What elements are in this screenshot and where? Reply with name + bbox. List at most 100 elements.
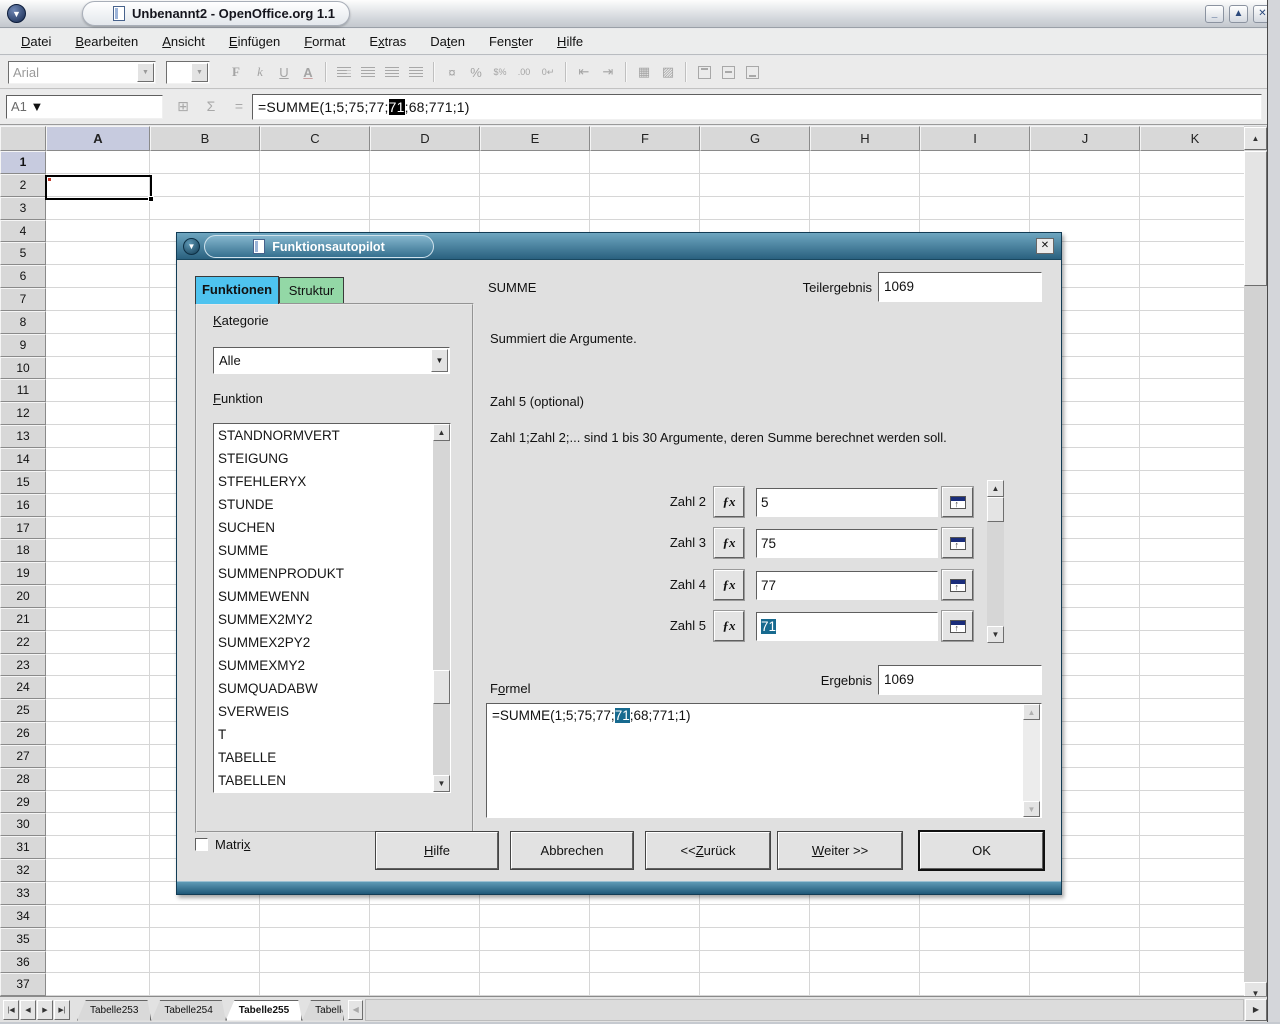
cell[interactable] [46, 654, 150, 677]
italic-icon[interactable]: k [248, 60, 272, 84]
row-header-2[interactable]: 2 [0, 174, 46, 197]
scroll-down-icon[interactable]: ▼ [987, 626, 1004, 643]
row-header-18[interactable]: 18 [0, 539, 46, 562]
cell[interactable] [700, 973, 810, 996]
cell[interactable] [590, 928, 700, 951]
column-header-H[interactable]: H [810, 126, 920, 151]
shrink-icon[interactable] [942, 528, 973, 558]
scroll-up-icon[interactable]: ▲ [1244, 127, 1267, 150]
menu-ansicht[interactable]: Ansicht [151, 31, 216, 52]
function-icon[interactable]: ƒx [714, 611, 744, 641]
align-bottom-icon[interactable] [740, 60, 764, 84]
row-header-10[interactable]: 10 [0, 357, 46, 380]
cell[interactable] [1140, 448, 1244, 471]
row-header-12[interactable]: 12 [0, 402, 46, 425]
cell-selection-border[interactable] [45, 175, 152, 200]
cell[interactable] [370, 197, 480, 220]
row-header-33[interactable]: 33 [0, 882, 46, 905]
cell[interactable] [1140, 425, 1244, 448]
column-header-C[interactable]: C [260, 126, 370, 151]
cell[interactable] [1140, 311, 1244, 334]
row-header-19[interactable]: 19 [0, 562, 46, 585]
kategorie-combobox[interactable]: Alle ▼ [213, 347, 450, 374]
menu-format[interactable]: Format [293, 31, 356, 52]
sheet-tab-tabelle253[interactable]: Tabelle253 [77, 1000, 151, 1021]
formula-edit-box[interactable]: =SUMME(1;5;75;77;71;68;771;1) [486, 703, 1042, 818]
vertical-scrollbar[interactable]: ▲ ▼ [1244, 126, 1267, 1008]
row-header-28[interactable]: 28 [0, 768, 46, 791]
cell[interactable] [370, 174, 480, 197]
cell[interactable] [370, 973, 480, 996]
function-listbox[interactable]: STANDNORMVERTSTEIGUNGSTFEHLERYXSTUNDESUC… [213, 423, 451, 793]
cell[interactable] [46, 242, 150, 265]
function-list-item[interactable]: SUCHEN [214, 516, 450, 539]
cell[interactable] [810, 973, 920, 996]
cell[interactable] [1030, 973, 1140, 996]
cell[interactable] [46, 836, 150, 859]
align-center-icon[interactable] [356, 60, 380, 84]
row-header-1[interactable]: 1 [0, 151, 46, 174]
formula-input-line[interactable]: =SUMME(1;5;75;77;71;68;771;1) [252, 94, 1262, 120]
scrollbar-thumb[interactable] [987, 497, 1004, 522]
cell[interactable] [46, 334, 150, 357]
function-list-item[interactable]: STUNDE [214, 493, 450, 516]
cell[interactable] [480, 928, 590, 951]
row-header-5[interactable]: 5 [0, 242, 46, 265]
cell[interactable] [1140, 402, 1244, 425]
menu-extras[interactable]: Extras [358, 31, 417, 52]
cell[interactable] [46, 905, 150, 928]
cell[interactable] [46, 608, 150, 631]
cell[interactable] [1140, 494, 1244, 517]
row-header-36[interactable]: 36 [0, 951, 46, 974]
align-center-vertical-icon[interactable] [716, 60, 740, 84]
column-header-F[interactable]: F [590, 126, 700, 151]
sheet-tab-tabelle255[interactable]: Tabelle255 [226, 1000, 302, 1021]
cell[interactable] [46, 813, 150, 836]
row-header-8[interactable]: 8 [0, 311, 46, 334]
cell[interactable] [1140, 676, 1244, 699]
vertical-scrollbar-thumb[interactable] [1244, 151, 1267, 286]
cell[interactable] [46, 699, 150, 722]
system-menu-icon[interactable]: ▼ [7, 4, 26, 23]
borders-icon[interactable]: ▦ [632, 60, 656, 84]
dialog-close-icon[interactable]: ✕ [1036, 238, 1054, 254]
cell[interactable] [46, 402, 150, 425]
column-header-J[interactable]: J [1030, 126, 1140, 151]
cell[interactable] [480, 951, 590, 974]
cell[interactable] [810, 951, 920, 974]
cell[interactable] [1140, 220, 1244, 243]
function-list-item[interactable]: SUMMEX2MY2 [214, 608, 450, 631]
tab-scroll-icon[interactable]: ◀ [348, 1000, 363, 1020]
cell[interactable] [1030, 928, 1140, 951]
next-sheet-icon[interactable]: ▶ [37, 1000, 53, 1020]
cell[interactable] [480, 174, 590, 197]
cell[interactable] [590, 951, 700, 974]
column-header-A[interactable]: A [46, 126, 150, 151]
cell[interactable] [370, 905, 480, 928]
cell[interactable] [1140, 951, 1244, 974]
row-header-9[interactable]: 9 [0, 334, 46, 357]
menu-hilfe[interactable]: Hilfe [546, 31, 594, 52]
cell[interactable] [700, 928, 810, 951]
cell[interactable] [1140, 265, 1244, 288]
cell[interactable] [810, 151, 920, 174]
cell[interactable] [370, 951, 480, 974]
function-list-item[interactable]: TABELLE [214, 746, 450, 769]
cell[interactable] [46, 425, 150, 448]
cell[interactable] [46, 791, 150, 814]
standard-format-icon[interactable]: $% [488, 60, 512, 84]
cell[interactable] [260, 197, 370, 220]
chevron-down-icon[interactable]: ▼ [191, 63, 208, 82]
scroll-down-icon[interactable]: ▼ [1023, 801, 1040, 817]
cell[interactable] [1140, 174, 1244, 197]
column-header-D[interactable]: D [370, 126, 480, 151]
cell[interactable] [1140, 379, 1244, 402]
last-sheet-icon[interactable]: ▶| [54, 1000, 70, 1020]
cell[interactable] [1140, 882, 1244, 905]
align-right-icon[interactable] [380, 60, 404, 84]
prev-sheet-icon[interactable]: ◀ [20, 1000, 36, 1020]
cell[interactable] [150, 151, 260, 174]
row-header-22[interactable]: 22 [0, 631, 46, 654]
function-list-item[interactable]: STFEHLERYX [214, 470, 450, 493]
row-header-3[interactable]: 3 [0, 197, 46, 220]
